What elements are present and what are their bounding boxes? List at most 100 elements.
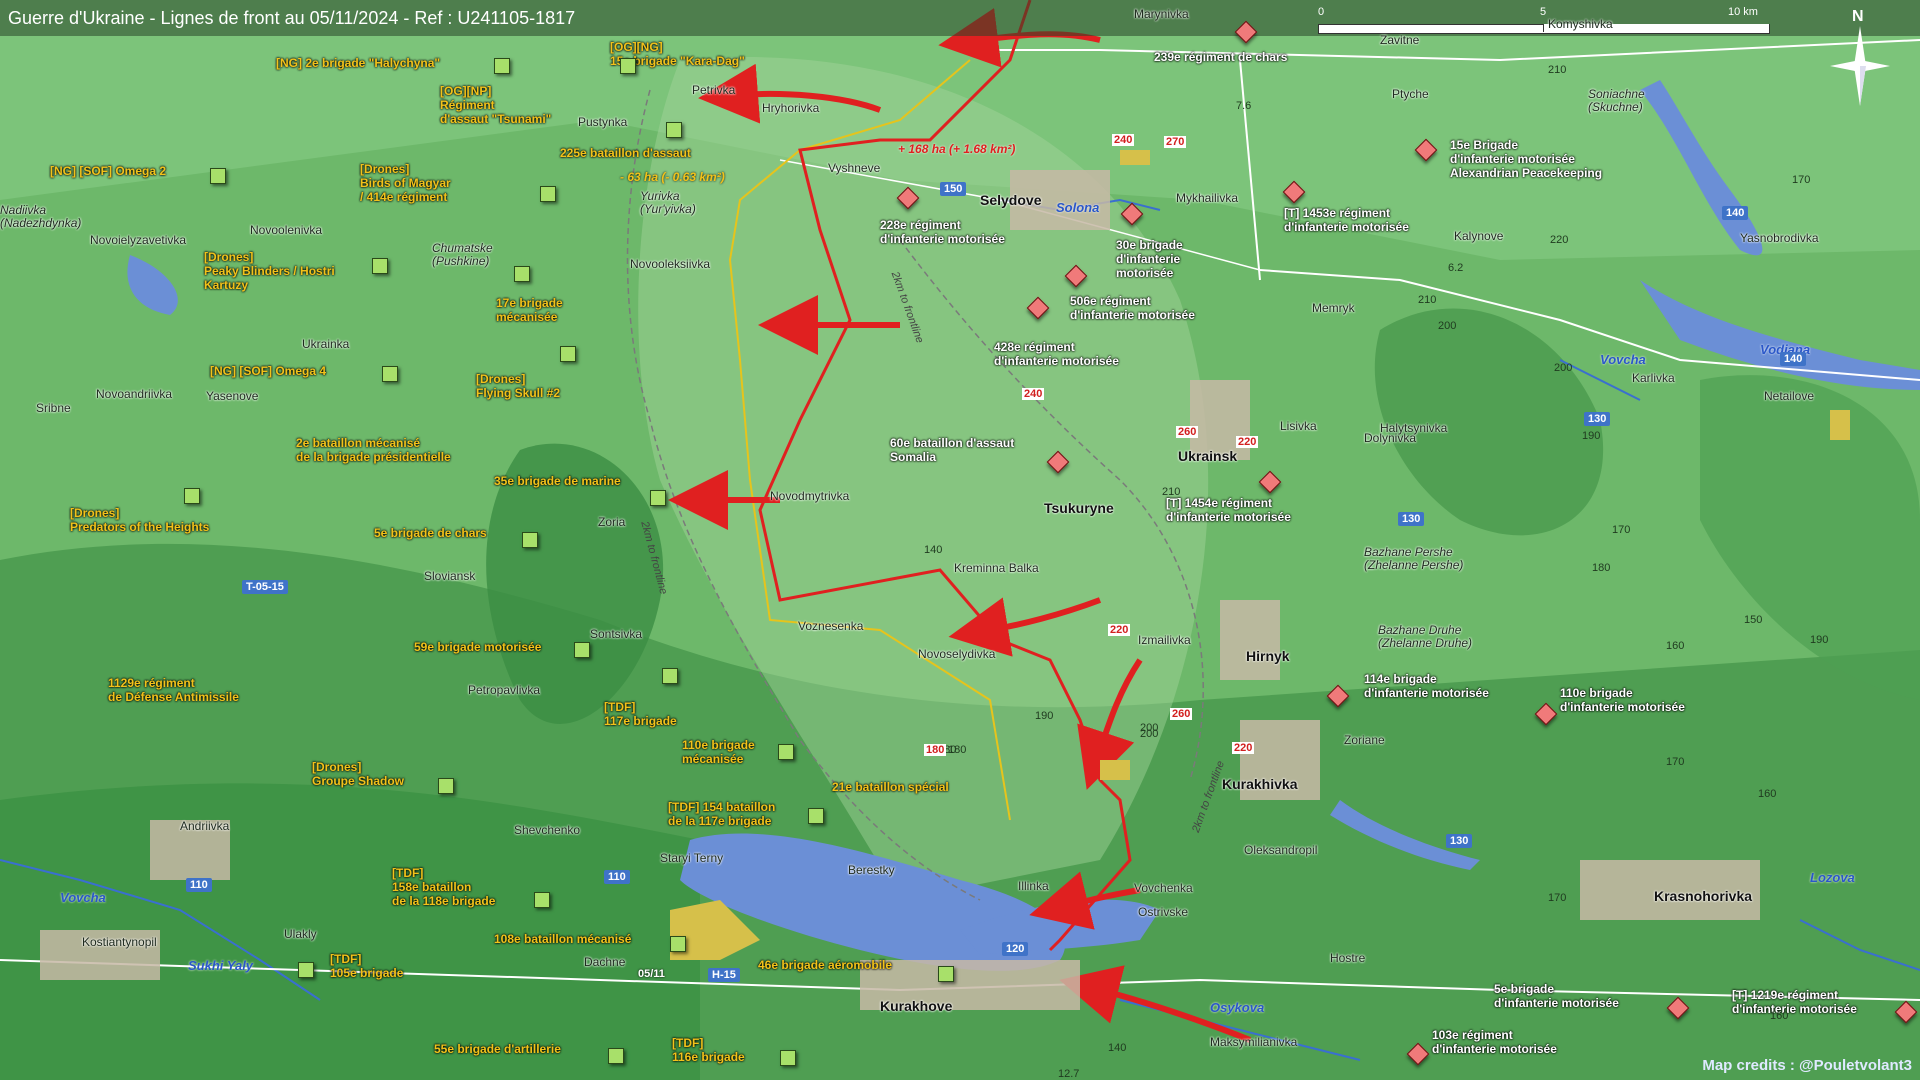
altitude-label: 170	[1612, 524, 1631, 536]
town-label: Ukrainka	[302, 337, 350, 351]
town-label: Hirnyk	[1246, 648, 1290, 664]
ua-unit-marker-icon[interactable]	[608, 1048, 624, 1064]
road-shield: 110	[186, 878, 212, 892]
town-label: Petropavlivka	[468, 683, 541, 697]
town-label: Bazhane Pershe (Zhelanne Pershe)	[1364, 545, 1464, 572]
ua-unit-label: 35e brigade de marine	[494, 474, 621, 488]
altitude-label: 190	[1582, 430, 1601, 442]
altitude-label: 270	[1164, 136, 1187, 148]
ua-unit-marker-icon[interactable]	[574, 642, 590, 658]
ua-unit-marker-icon[interactable]	[560, 346, 576, 362]
altitude-label: 180	[924, 744, 947, 756]
town-label: Yasenove	[206, 389, 259, 403]
town-label: Sribne	[36, 401, 71, 415]
town-label: Maksymilianivka	[1210, 1035, 1298, 1049]
ua-unit-marker-icon[interactable]	[662, 668, 678, 684]
river-label: Solona	[1056, 200, 1100, 215]
ru-unit-label: 110e brigade d'infanterie motorisée	[1560, 686, 1685, 714]
ua-unit-marker-icon[interactable]	[666, 122, 682, 138]
town-label: Mykhailivka	[1176, 191, 1239, 205]
ua-unit-marker-icon[interactable]	[534, 892, 550, 908]
altitude-label: 7.6	[1236, 100, 1252, 112]
ua-unit-marker-icon[interactable]	[650, 490, 666, 506]
town-label: Ostrivske	[1138, 905, 1189, 919]
town-label: Selydove	[980, 192, 1042, 208]
north-label: N	[1852, 8, 1864, 25]
ru-unit-label: 5e brigade d'infanterie motorisée	[1494, 982, 1619, 1010]
ua-unit-marker-icon[interactable]	[372, 258, 388, 274]
ua-unit-label: 225e bataillon d'assaut	[560, 146, 691, 160]
ru-unit-label: 114e brigade d'infanterie motorisée	[1364, 672, 1489, 700]
town-label: Tsukuryne	[1044, 500, 1114, 516]
ua-unit-marker-icon[interactable]	[778, 744, 794, 760]
ua-unit-marker-icon[interactable]	[210, 168, 226, 184]
ua-unit-marker-icon[interactable]	[298, 962, 314, 978]
ua-unit-label: 55e brigade d'artillerie	[434, 1042, 561, 1056]
compass-star-icon	[1830, 26, 1890, 106]
ua-unit-marker-icon[interactable]	[438, 778, 454, 794]
river-label: Lozova	[1810, 870, 1855, 885]
town-label: Sontsivka	[590, 627, 643, 641]
scale-tick-10: 10 km	[1728, 6, 1758, 18]
town-label: Kalynove	[1454, 229, 1504, 243]
town-label: Ptyche	[1392, 87, 1429, 101]
ua-unit-label: 21e bataillon spécial	[832, 780, 949, 794]
ua-unit-marker-icon[interactable]	[938, 966, 954, 982]
altitude-label: 170	[1548, 892, 1567, 904]
town-label: Izmailivka	[1138, 633, 1191, 647]
ua-unit-marker-icon[interactable]	[540, 186, 556, 202]
town-label: Yasnobrodivka	[1740, 231, 1819, 245]
altitude-label: 140	[1108, 1042, 1127, 1054]
ua-unit-marker-icon[interactable]	[808, 808, 824, 824]
map-canvas[interactable]	[0, 0, 1920, 1080]
river-label: Osykova	[1210, 1000, 1265, 1015]
town-label: Novoolenivka	[250, 223, 323, 237]
ua-unit-label: [Drones] Groupe Shadow	[312, 760, 405, 788]
ru-unit-label: 30e brigade d'infanterie motorisée	[1116, 238, 1183, 280]
town-label: Yurivka (Yur'yivka)	[640, 189, 696, 216]
ru-unit-label: [T] 1219e régiment d'infanterie motorisée	[1732, 988, 1857, 1016]
town-label: Memryk	[1312, 301, 1355, 315]
ua-unit-label: [Drones] Flying Skull #2	[476, 372, 561, 400]
road-shield: 150	[940, 182, 967, 196]
map-title: Guerre d'Ukraine - Lignes de front au 05…	[8, 8, 576, 28]
altitude-label: 220	[1232, 742, 1255, 754]
town-label: Vyshneve	[828, 161, 881, 175]
ua-unit-label: 59e brigade motorisée	[414, 640, 542, 654]
altitude-label: 180	[1592, 562, 1611, 574]
river-label: Vovcha	[60, 890, 106, 905]
town-label: Kurakhivka	[1222, 776, 1298, 792]
altitude-label: 160	[1758, 788, 1777, 800]
ua-unit-marker-icon[interactable]	[620, 58, 636, 74]
altitude-label: 160	[1666, 640, 1685, 652]
territory-gain-label: + 168 ha (+ 1.68 km²)	[898, 142, 1016, 156]
ua-unit-marker-icon[interactable]	[382, 366, 398, 382]
ua-unit-label: [NG] [SOF] Omega 2	[50, 164, 167, 178]
ua-unit-marker-icon[interactable]	[522, 532, 538, 548]
ua-unit-marker-icon[interactable]	[514, 266, 530, 282]
ru-unit-label: 506e régiment d'infanterie motorisée	[1070, 294, 1195, 322]
town-label: Lisivka	[1280, 419, 1317, 433]
road-shield: 140	[1780, 352, 1807, 366]
ua-unit-marker-icon[interactable]	[670, 936, 686, 952]
town-label: Illinka	[1018, 879, 1049, 893]
ua-unit-label: [TDF] 154 bataillon de la 117e brigade	[668, 800, 776, 828]
ru-unit-label: [T] 1453e régiment d'infanterie motorisée	[1284, 206, 1409, 234]
town-label: Novoielyzavetivka	[90, 233, 187, 247]
ua-unit-label: 17e brigade mécanisée	[496, 296, 563, 324]
road-shield: 130	[1584, 412, 1611, 426]
town-label: Zoria	[598, 515, 626, 529]
town-label: Nadiivka (Nadezhdynka)	[0, 203, 82, 230]
ua-unit-marker-icon[interactable]	[494, 58, 510, 74]
town-label: Hostre	[1330, 951, 1366, 965]
scale-tick-5: 5	[1540, 6, 1547, 18]
ru-unit-label: 428e régiment d'infanterie motorisée	[994, 340, 1119, 368]
town-label: Chumatske (Pushkine)	[432, 241, 493, 268]
ua-unit-marker-icon[interactable]	[184, 488, 200, 504]
road-shield: 130	[1398, 512, 1425, 526]
town-label: Oleksandropil	[1244, 843, 1318, 857]
altitude-label: 200	[1438, 320, 1457, 332]
road-shield: H-15	[708, 968, 740, 982]
ua-unit-marker-icon[interactable]	[780, 1050, 796, 1066]
town-label: Andriivka	[180, 819, 230, 833]
